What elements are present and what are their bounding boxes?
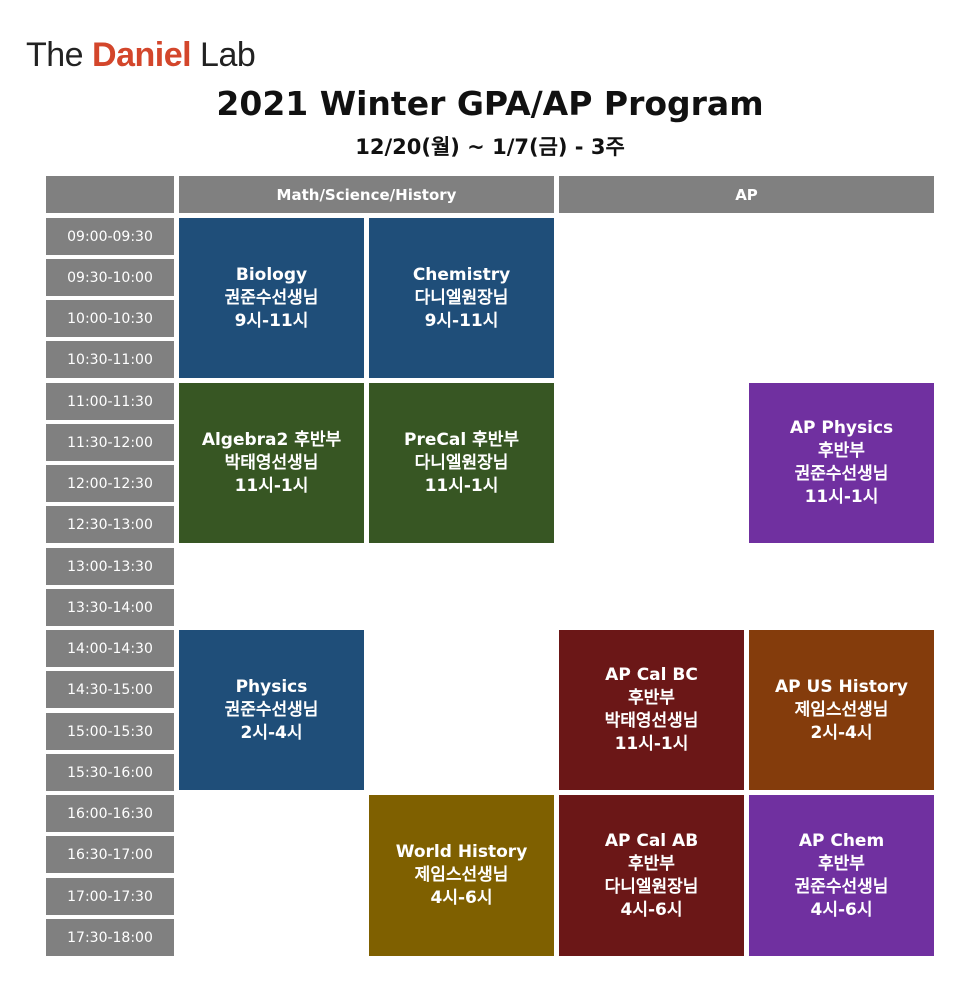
class-world-history: World History 제임스선생님 4시-6시 bbox=[369, 795, 554, 956]
math-science-history-header: Math/Science/History bbox=[179, 176, 554, 213]
class-ap-us-history: AP US History 제임스선생님 2시-4시 bbox=[749, 630, 934, 790]
class-ap-cal-bc: AP Cal BC 후반부 박태영선생님 11시-1시 bbox=[559, 630, 744, 790]
page-title: 2021 Winter GPA/AP Program bbox=[216, 84, 764, 123]
time-slot: 17:00-17:30 bbox=[46, 878, 174, 915]
logo-post: Lab bbox=[191, 36, 256, 74]
class-teacher: 권준수선생님 bbox=[794, 464, 889, 484]
class-teacher: 권준수선생님 bbox=[224, 699, 319, 720]
class-name: AP Physics bbox=[789, 418, 894, 438]
class-teacher: 다니엘원장님 bbox=[414, 287, 509, 308]
time-slot: 12:00-12:30 bbox=[46, 465, 174, 502]
class-time: 4시-6시 bbox=[430, 888, 493, 908]
class-precal: PreCal 후반부 다니엘원장님 11시-1시 bbox=[369, 383, 554, 543]
time-slot: 15:30-16:00 bbox=[46, 754, 174, 791]
class-name: Algebra2 후반부 bbox=[201, 429, 342, 450]
time-slot: 16:00-16:30 bbox=[46, 795, 174, 832]
logo: The Daniel Lab bbox=[26, 36, 256, 75]
class-name: AP Cal AB bbox=[604, 830, 699, 851]
class-name: PreCal 후반부 bbox=[404, 429, 519, 450]
time-slot: 10:00-10:30 bbox=[46, 300, 174, 337]
ap-header: AP bbox=[559, 176, 934, 213]
time-slot: 09:00-09:30 bbox=[46, 218, 174, 255]
class-teacher: 제임스선생님 bbox=[414, 865, 509, 885]
class-chemistry: Chemistry 다니엘원장님 9시-11시 bbox=[369, 218, 554, 378]
class-time: 11시-1시 bbox=[424, 475, 499, 496]
class-sub: 후반부 bbox=[628, 853, 675, 874]
class-time: 11시-1시 bbox=[234, 475, 309, 496]
class-teacher: 박태영선생님 bbox=[604, 711, 699, 731]
time-slot: 16:30-17:00 bbox=[46, 836, 174, 873]
time-slot: 09:30-10:00 bbox=[46, 259, 174, 296]
time-slot: 13:00-13:30 bbox=[46, 548, 174, 585]
time-slot: 14:30-15:00 bbox=[46, 671, 174, 708]
class-time: 4시-6시 bbox=[810, 899, 873, 920]
class-biology: Biology 권준수선생님 9시-11시 bbox=[179, 218, 364, 378]
class-name: World History bbox=[395, 842, 528, 862]
class-name: Physics bbox=[235, 676, 308, 697]
class-algebra2: Algebra2 후반부 박태영선생님 11시-1시 bbox=[179, 383, 364, 543]
time-column-header bbox=[46, 176, 174, 213]
time-slot: 13:30-14:00 bbox=[46, 589, 174, 626]
class-time: 4시-6시 bbox=[620, 899, 683, 920]
class-ap-physics: AP Physics 후반부 권준수선생님 11시-1시 bbox=[749, 383, 934, 543]
class-name: Biology bbox=[235, 264, 308, 285]
class-name: AP Chem bbox=[798, 830, 885, 851]
class-ap-cal-ab: AP Cal AB 후반부 다니엘원장님 4시-6시 bbox=[559, 795, 744, 956]
time-slot: 11:30-12:00 bbox=[46, 424, 174, 461]
time-slot: 11:00-11:30 bbox=[46, 383, 174, 420]
logo-brand: Daniel bbox=[92, 36, 192, 74]
class-ap-chem: AP Chem 후반부 권준수선생님 4시-6시 bbox=[749, 795, 934, 956]
class-time: 9시-11시 bbox=[424, 310, 499, 331]
class-time: 2시-4시 bbox=[810, 722, 873, 743]
class-teacher: 권준수선생님 bbox=[794, 876, 889, 897]
class-name: AP Cal BC bbox=[605, 665, 698, 685]
class-sub: 후반부 bbox=[818, 441, 865, 461]
time-slot: 12:30-13:00 bbox=[46, 506, 174, 543]
page-subtitle: 12/20(월) ~ 1/7(금) - 3주 bbox=[355, 135, 625, 159]
class-time: 11시-1시 bbox=[614, 734, 689, 754]
class-time: 11시-1시 bbox=[804, 487, 879, 507]
time-slot: 10:30-11:00 bbox=[46, 341, 174, 378]
class-time: 2시-4시 bbox=[240, 722, 303, 743]
class-teacher: 박태영선생님 bbox=[224, 452, 319, 473]
class-teacher: 권준수선생님 bbox=[224, 287, 319, 308]
time-slot: 17:30-18:00 bbox=[46, 919, 174, 956]
logo-pre: The bbox=[26, 36, 93, 74]
time-slot: 15:00-15:30 bbox=[46, 713, 174, 750]
time-slot: 14:00-14:30 bbox=[46, 630, 174, 667]
class-sub: 후반부 bbox=[628, 688, 675, 708]
class-teacher: 다니엘원장님 bbox=[604, 876, 699, 897]
class-time: 9시-11시 bbox=[234, 310, 309, 331]
class-teacher: 다니엘원장님 bbox=[414, 452, 509, 473]
class-name: Chemistry bbox=[412, 264, 511, 285]
class-sub: 후반부 bbox=[818, 853, 865, 874]
class-name: AP US History bbox=[775, 676, 908, 697]
class-physics: Physics 권준수선생님 2시-4시 bbox=[179, 630, 364, 790]
class-teacher: 제임스선생님 bbox=[794, 699, 889, 720]
